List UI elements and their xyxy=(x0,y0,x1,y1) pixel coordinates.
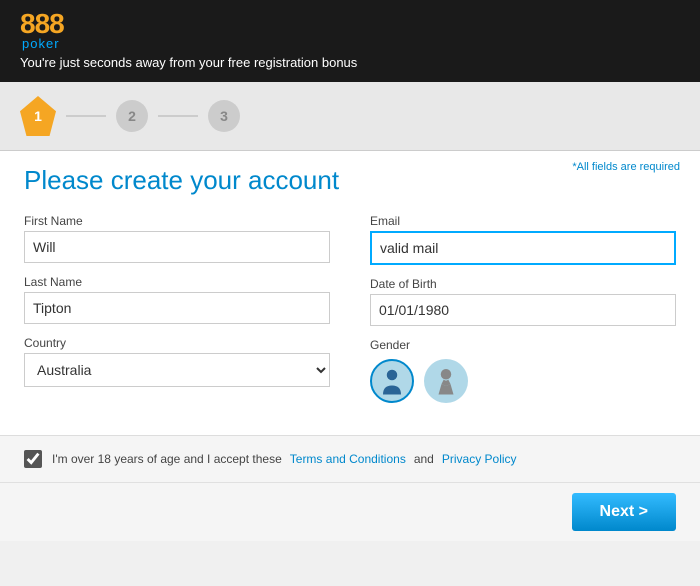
gender-male-icon[interactable] xyxy=(370,359,414,403)
dob-input[interactable] xyxy=(370,294,676,326)
last-name-label: Last Name xyxy=(24,275,330,289)
dob-label: Date of Birth xyxy=(370,277,676,291)
form-grid: First Name Last Name Country Australia U… xyxy=(24,214,676,415)
terms-checkbox[interactable] xyxy=(24,450,42,468)
email-group: Email xyxy=(370,214,676,265)
logo-888-text: 888 xyxy=(20,10,64,38)
step-2: 2 xyxy=(116,100,148,132)
terms-link[interactable]: Terms and Conditions xyxy=(290,452,406,466)
step-connector-1 xyxy=(66,115,106,117)
gender-female-icon[interactable] xyxy=(424,359,468,403)
steps-bar: 1 2 3 xyxy=(0,82,700,151)
email-input[interactable] xyxy=(370,231,676,265)
country-group: Country Australia United States United K… xyxy=(24,336,330,387)
first-name-group: First Name xyxy=(24,214,330,263)
required-note: *All fields are required xyxy=(572,161,680,173)
main-content: *All fields are required Please create y… xyxy=(0,151,700,435)
logo-poker-text: poker xyxy=(22,36,64,51)
next-bar: Next > xyxy=(0,482,700,541)
first-name-input[interactable] xyxy=(24,231,330,263)
gender-label: Gender xyxy=(370,338,676,352)
privacy-link[interactable]: Privacy Policy xyxy=(442,452,517,466)
step-1: 1 xyxy=(20,96,56,136)
logo: 888 poker xyxy=(20,10,64,51)
email-label: Email xyxy=(370,214,676,228)
footer-area: I'm over 18 years of age and I accept th… xyxy=(0,435,700,482)
next-button[interactable]: Next > xyxy=(572,493,676,531)
checkbox-text-and: and xyxy=(414,452,434,466)
gender-options xyxy=(370,359,676,403)
last-name-input[interactable] xyxy=(24,292,330,324)
step-3: 3 xyxy=(208,100,240,132)
checkbox-text-prefix: I'm over 18 years of age and I accept th… xyxy=(52,452,282,466)
step-connector-2 xyxy=(158,115,198,117)
last-name-group: Last Name xyxy=(24,275,330,324)
terms-label: I'm over 18 years of age and I accept th… xyxy=(52,452,517,466)
first-name-label: First Name xyxy=(24,214,330,228)
country-label: Country xyxy=(24,336,330,350)
gender-group: Gender xyxy=(370,338,676,403)
country-select[interactable]: Australia United States United Kingdom C… xyxy=(24,353,330,387)
header-subtitle: You're just seconds away from your free … xyxy=(20,55,357,70)
dob-group: Date of Birth xyxy=(370,277,676,326)
header: 888 poker You're just seconds away from … xyxy=(0,0,700,82)
